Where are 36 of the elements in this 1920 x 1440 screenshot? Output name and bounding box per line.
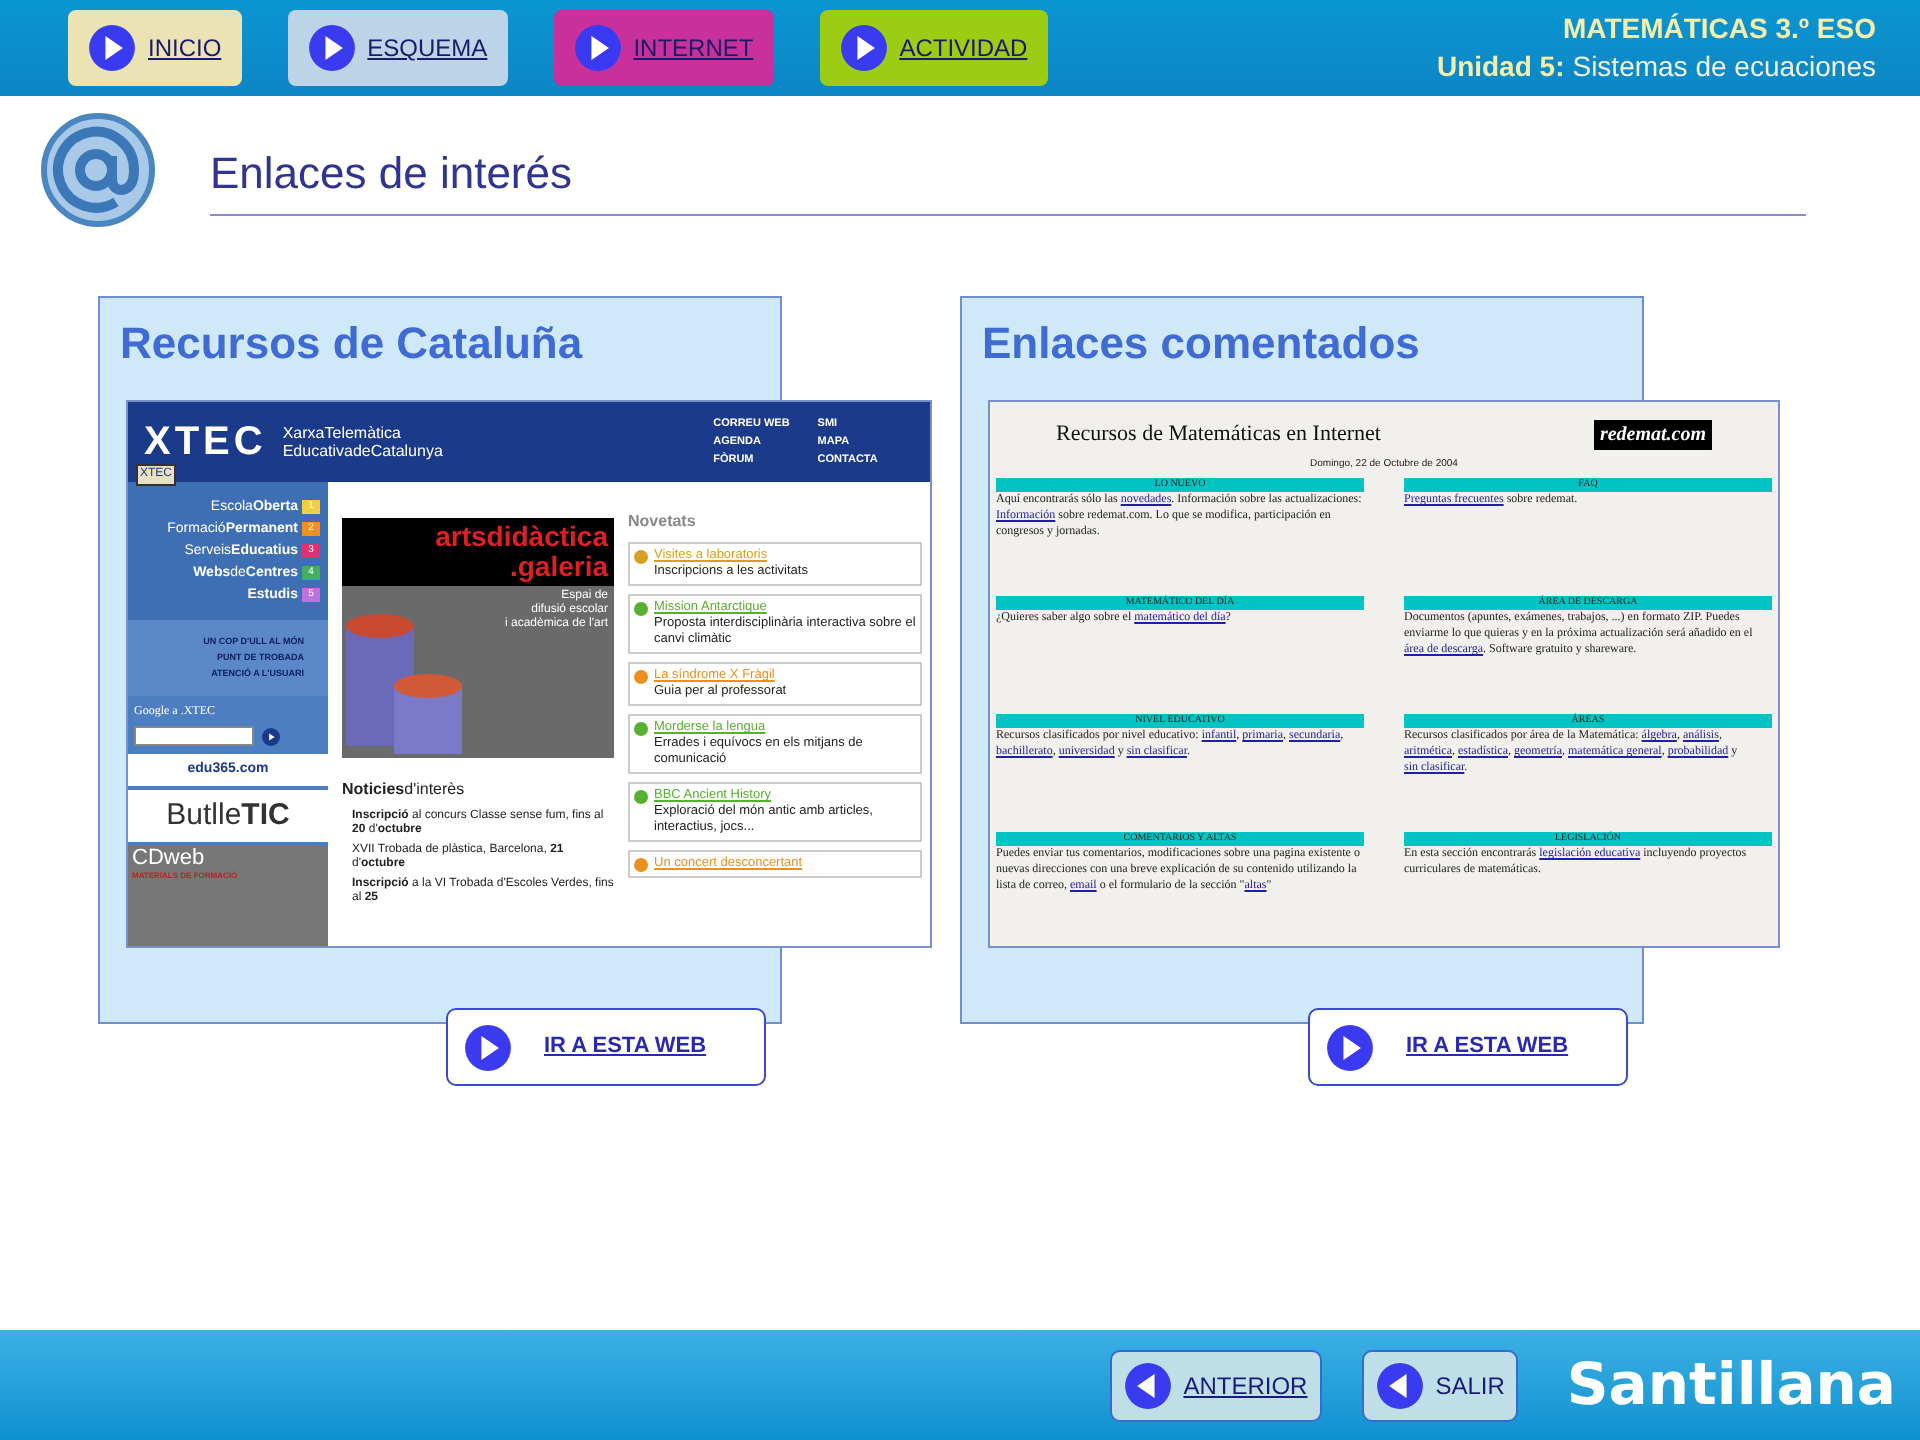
banner-title: .galeria	[509, 552, 608, 582]
page-title: Enlaces de interés	[210, 148, 572, 198]
site-banner[interactable]: CDweb	[132, 846, 324, 870]
play-icon	[839, 24, 888, 72]
nav-button[interactable]: ESQUEMA	[287, 10, 508, 86]
site-logo: redemat.com	[1593, 419, 1712, 450]
card-title: Recursos de Cataluña	[120, 318, 583, 368]
nav-button[interactable]: INICIO	[68, 10, 242, 86]
banner-title: artsdidàctica	[435, 522, 608, 552]
brand-logo: Santillana	[1566, 1347, 1896, 1422]
nav-button[interactable]: ACTIVIDAD	[819, 10, 1048, 86]
search-field[interactable]	[134, 726, 254, 746]
course-title: MATEMÁTICAS 3.º ESO	[1562, 10, 1876, 48]
card-title: Enlaces comentados	[982, 318, 1420, 368]
play-icon	[464, 1023, 512, 1071]
site-tagline: XarxaTelemàtica	[282, 424, 403, 442]
unit-label: Unidad 5:	[1436, 48, 1565, 86]
back-icon	[1375, 1361, 1424, 1409]
unit-name: Sistemas de ecuaciones	[1572, 48, 1876, 86]
go-icon[interactable]	[262, 727, 280, 745]
site-tagline: EducativadeCatalunya	[282, 442, 443, 460]
previous-button[interactable]: ANTERIOR	[1109, 1349, 1322, 1421]
novetats-heading: Novetats	[628, 510, 698, 534]
visit-website-button[interactable]: IR A ESTA WEB	[1308, 1008, 1628, 1086]
play-icon	[1326, 1023, 1374, 1071]
play-icon	[88, 24, 136, 72]
news-heading: Noticiesd'interès	[342, 778, 467, 802]
play-icon	[307, 24, 356, 72]
play-icon	[573, 24, 622, 72]
back-icon	[1123, 1361, 1172, 1409]
site-title: Recursos de Matemáticas en Internet	[1056, 420, 1381, 450]
site-banner[interactable]: ButlleTIC	[128, 790, 328, 842]
exit-button[interactable]: SALIR	[1361, 1349, 1519, 1421]
visit-website-button[interactable]: IR A ESTA WEB	[446, 1008, 766, 1086]
site-logo: XTEC	[144, 422, 267, 462]
at-sign-icon	[40, 112, 156, 228]
